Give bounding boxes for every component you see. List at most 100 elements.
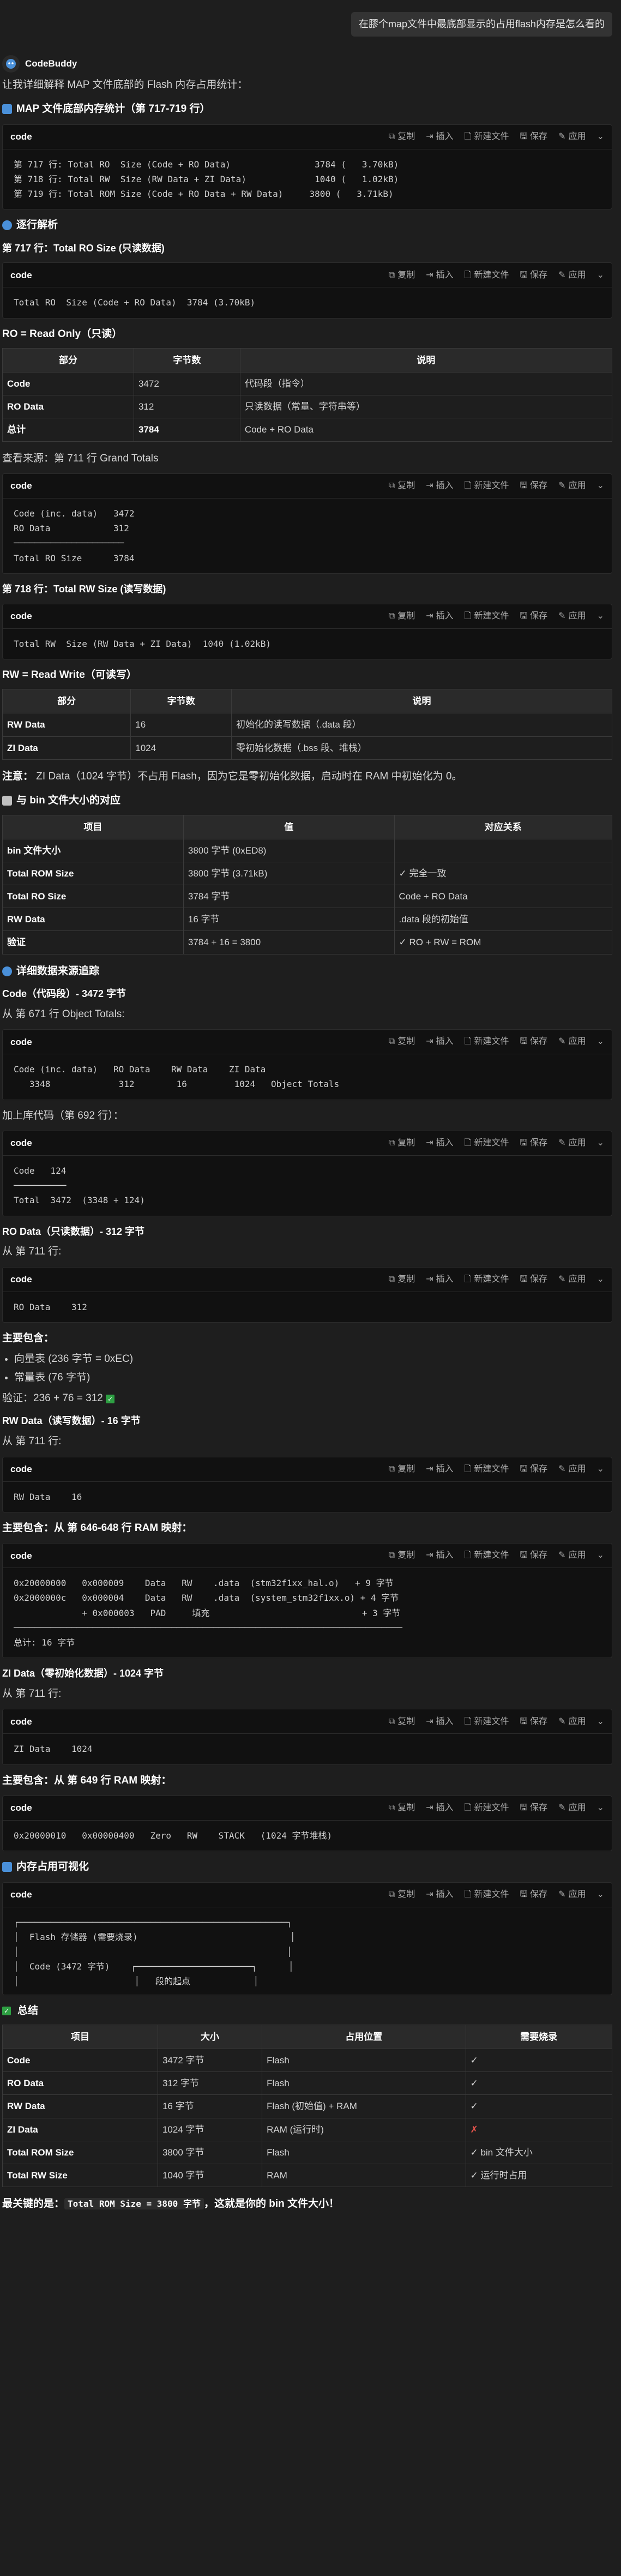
save-button[interactable]: 🖫 保存 (520, 1136, 548, 1150)
copy-button[interactable]: ⧉ 复制 (389, 1272, 415, 1287)
apply-button[interactable]: ✎ 应用 (558, 1462, 586, 1476)
chevron-down-icon[interactable]: ⌄ (597, 1715, 604, 1729)
new-file-button[interactable]: 🗋 新建文件 (465, 609, 509, 623)
list-item: 向量表 (236 字节 = 0xEC) (14, 1351, 612, 1367)
new-file-button[interactable]: 🗋 新建文件 (465, 1272, 509, 1287)
copy-icon: ⧉ (388, 131, 395, 141)
copy-button[interactable]: ⧉ 复制 (389, 479, 415, 493)
apply-button[interactable]: ✎ 应用 (558, 268, 586, 283)
table-row: Code 3472 字节 Flash ✓ (2, 2049, 613, 2073)
save-button[interactable]: 🖫 保存 (520, 1272, 548, 1287)
save-icon: 🖫 (520, 1716, 528, 1726)
insert-button[interactable]: ⇥ 插入 (426, 1272, 453, 1287)
new-file-button[interactable]: 🗋 新建文件 (465, 1462, 509, 1476)
insert-button[interactable]: ⇥ 插入 (426, 609, 453, 623)
chevron-down-icon[interactable]: ⌄ (597, 1035, 604, 1049)
save-button[interactable]: 🖫 保存 (520, 268, 548, 283)
save-button[interactable]: 🖫 保存 (520, 609, 548, 623)
chevron-down-icon[interactable]: ⌄ (597, 479, 604, 493)
new-file-button[interactable]: 🗋 新建文件 (465, 1035, 509, 1049)
save-button[interactable]: 🖫 保存 (520, 1548, 548, 1563)
apply-button[interactable]: ✎ 应用 (558, 130, 586, 144)
copy-button[interactable]: ⧉ 复制 (389, 609, 415, 623)
copy-button[interactable]: ⧉ 复制 (389, 1462, 415, 1476)
insert-button[interactable]: ⇥ 插入 (426, 479, 453, 493)
code-content: Code 124 ────────── Total 3472 (3348 + 1… (14, 1165, 145, 1206)
insert-button[interactable]: ⇥ 插入 (426, 1801, 453, 1815)
list-item: 常量表 (76 字节) (14, 1370, 612, 1386)
chevron-down-icon[interactable]: ⌄ (597, 609, 604, 623)
save-button[interactable]: 🖫 保存 (520, 1035, 548, 1049)
copy-icon: ⧉ (388, 1037, 395, 1047)
copy-button[interactable]: ⧉ 复制 (389, 1548, 415, 1563)
new-file-button[interactable]: 🗋 新建文件 (465, 130, 509, 144)
chevron-down-icon[interactable]: ⌄ (597, 268, 604, 283)
copy-button[interactable]: ⧉ 复制 (389, 268, 415, 283)
insert-button[interactable]: ⇥ 插入 (426, 1888, 453, 1902)
copy-button[interactable]: ⧉ 复制 (389, 1801, 415, 1815)
insert-button[interactable]: ⇥ 插入 (426, 268, 453, 283)
insert-button[interactable]: ⇥ 插入 (426, 1715, 453, 1729)
rw-data-heading: RW Data（读写数据）- 16 字节 (2, 1415, 141, 1427)
save-button[interactable]: 🖫 保存 (520, 130, 548, 144)
new-file-button[interactable]: 🗋 新建文件 (465, 1136, 509, 1150)
copy-button[interactable]: ⧉ 复制 (389, 1715, 415, 1729)
apply-button[interactable]: ✎ 应用 (558, 1272, 586, 1287)
new-file-button[interactable]: 🗋 新建文件 (465, 1888, 509, 1902)
save-button[interactable]: 🖫 保存 (520, 1462, 548, 1476)
new-file-button[interactable]: 🗋 新建文件 (465, 1801, 509, 1815)
magnifier-icon (2, 966, 12, 976)
insert-button[interactable]: ⇥ 插入 (426, 1462, 453, 1476)
insert-button[interactable]: ⇥ 插入 (426, 130, 453, 144)
chevron-down-icon[interactable]: ⌄ (597, 130, 604, 144)
copy-button[interactable]: ⧉ 复制 (389, 1136, 415, 1150)
apply-button[interactable]: ✎ 应用 (558, 1888, 586, 1902)
line-718-heading: 第 718 行：Total RW Size (读写数据) (2, 583, 166, 595)
chevron-down-icon[interactable]: ⌄ (597, 1888, 604, 1902)
intro-text: 让我详细解释 MAP 文件底部的 Flash 内存占用统计： (2, 79, 248, 91)
apply-button[interactable]: ✎ 应用 (558, 1801, 586, 1815)
apply-button[interactable]: ✎ 应用 (558, 479, 586, 493)
save-button[interactable]: 🖫 保存 (520, 1801, 548, 1815)
insert-button[interactable]: ⇥ 插入 (426, 1035, 453, 1049)
save-button[interactable]: 🖫 保存 (520, 1715, 548, 1729)
code-content: ZI Data 1024 (14, 1744, 93, 1755)
ruler-icon (2, 796, 12, 806)
lib-code-text: 加上库代码（第 692 行）： (2, 1109, 124, 1121)
code-content: 0x20000010 0x00000400 Zero RW STACK (102… (14, 1830, 333, 1841)
chevron-down-icon[interactable]: ⌄ (597, 1801, 604, 1815)
new-file-icon: 🗋 (464, 1464, 472, 1474)
insert-icon: ⇥ (426, 611, 433, 621)
code-block: code ⧉ 复制 ⇥ 插入 🗋 新建文件 🖫 保存 ✎ 应用 ⌄ Code (inc. … (2, 1029, 612, 1100)
chevron-down-icon[interactable]: ⌄ (597, 1462, 604, 1476)
code-block: code ⧉ 复制 ⇥ 插入 🗋 新建文件 🖫 保存 ✎ 应用 ⌄ Total RO Si… (2, 262, 612, 319)
copy-icon: ⧉ (388, 1138, 395, 1148)
code-block: code ⧉ 复制 ⇥ 插入 🗋 新建文件 🖫 保存 ✎ 应用 ⌄ 0x20000010 … (2, 1795, 612, 1852)
chart-icon (2, 104, 12, 115)
copy-button[interactable]: ⧉ 复制 (389, 130, 415, 144)
rw-includes-label: 主要包含：从 第 646-648 行 RAM 映射： (2, 1522, 192, 1534)
chevron-down-icon[interactable]: ⌄ (597, 1548, 604, 1563)
copy-icon: ⧉ (388, 1551, 395, 1560)
apply-button[interactable]: ✎ 应用 (558, 1715, 586, 1729)
new-file-button[interactable]: 🗋 新建文件 (465, 1548, 509, 1563)
new-file-button[interactable]: 🗋 新建文件 (465, 1715, 509, 1729)
apply-button[interactable]: ✎ 应用 (558, 1136, 586, 1150)
save-icon: 🖫 (520, 1889, 528, 1899)
table-row: Total ROM Size 3800 字节 (3.71kB) ✓ 完全一致 (2, 861, 613, 886)
insert-button[interactable]: ⇥ 插入 (426, 1548, 453, 1563)
chevron-down-icon[interactable]: ⌄ (597, 1272, 604, 1287)
save-button[interactable]: 🖫 保存 (520, 1888, 548, 1902)
new-file-button[interactable]: 🗋 新建文件 (465, 479, 509, 493)
insert-button[interactable]: ⇥ 插入 (426, 1136, 453, 1150)
apply-button[interactable]: ✎ 应用 (558, 1548, 586, 1563)
copy-button[interactable]: ⧉ 复制 (389, 1035, 415, 1049)
new-file-button[interactable]: 🗋 新建文件 (465, 268, 509, 283)
copy-button[interactable]: ⧉ 复制 (389, 1888, 415, 1902)
apply-button[interactable]: ✎ 应用 (558, 1035, 586, 1049)
new-file-icon: 🗋 (464, 1716, 472, 1726)
code-section-heading: Code（代码段）- 3472 字节 (2, 988, 126, 1000)
save-button[interactable]: 🖫 保存 (520, 479, 548, 493)
chevron-down-icon[interactable]: ⌄ (597, 1136, 604, 1150)
apply-button[interactable]: ✎ 应用 (558, 609, 586, 623)
